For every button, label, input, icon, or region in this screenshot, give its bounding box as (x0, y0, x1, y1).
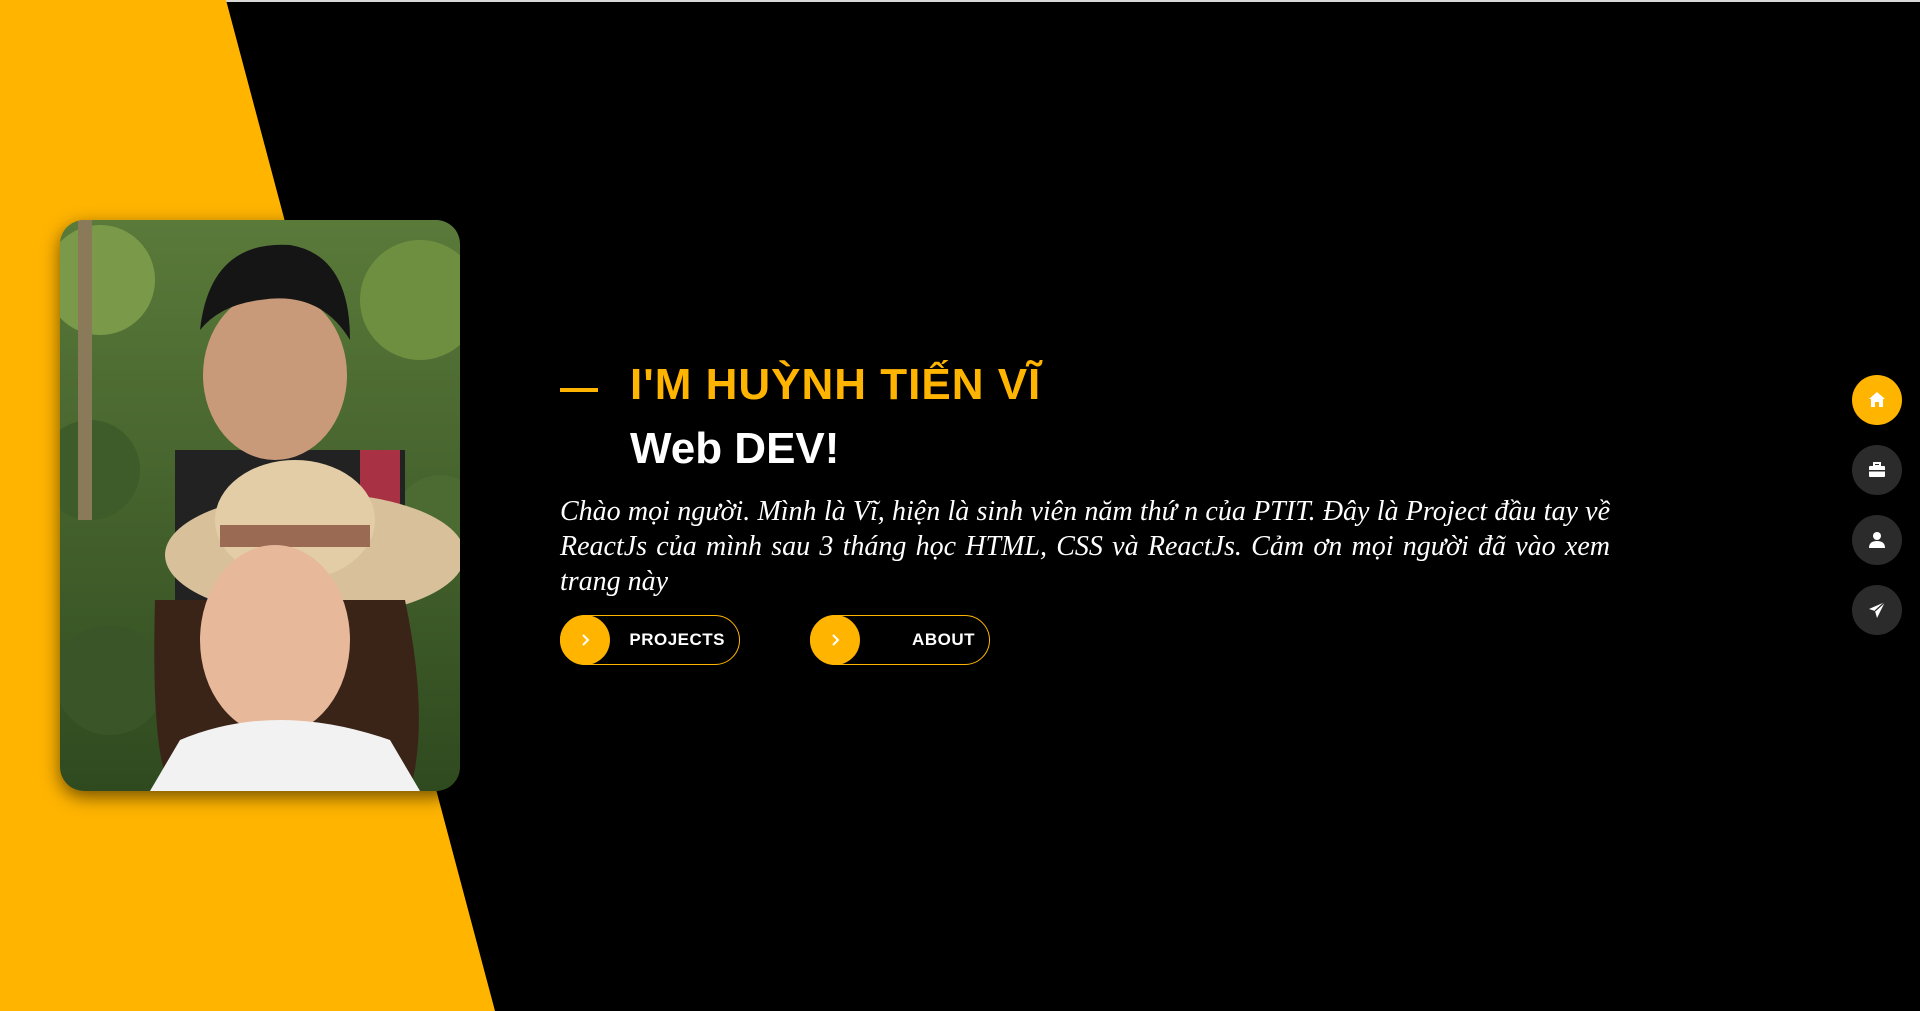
home-icon (1869, 392, 1885, 407)
nav-portfolio-button[interactable] (1852, 445, 1902, 495)
nav-about-button[interactable] (1852, 515, 1902, 565)
nav-contact-button[interactable] (1852, 585, 1902, 635)
paper-plane-icon (1869, 601, 1886, 618)
accent-dash (560, 388, 598, 392)
user-icon (1869, 532, 1885, 548)
hero-role: Web DEV! (630, 424, 840, 473)
profile-photo (60, 220, 460, 791)
home-page: I'M HUỲNH TIẾN VĨ Web DEV! Chào mọi ngườ… (0, 0, 1920, 1011)
greeting-row: I'M HUỲNH TIẾN VĨ (560, 360, 1610, 420)
about-button-label: ABOUT (912, 630, 975, 649)
hero-title: I'M HUỲNH TIẾN VĨ (630, 360, 1042, 409)
about-button[interactable]: ABOUT (810, 615, 990, 665)
projects-button-label: PROJECTS (629, 630, 725, 649)
hero-section: I'M HUỲNH TIẾN VĨ Web DEV! Chào mọi ngườ… (560, 360, 1610, 665)
chevron-right-icon (560, 615, 610, 665)
chevron-right-icon (810, 615, 860, 665)
intro-text: Chào mọi người. Mình là Vĩ, hiện là sinh… (560, 496, 1610, 597)
briefcase-icon (1869, 462, 1885, 477)
projects-button[interactable]: PROJECTS (560, 615, 740, 665)
nav-home-button[interactable] (1852, 375, 1902, 425)
